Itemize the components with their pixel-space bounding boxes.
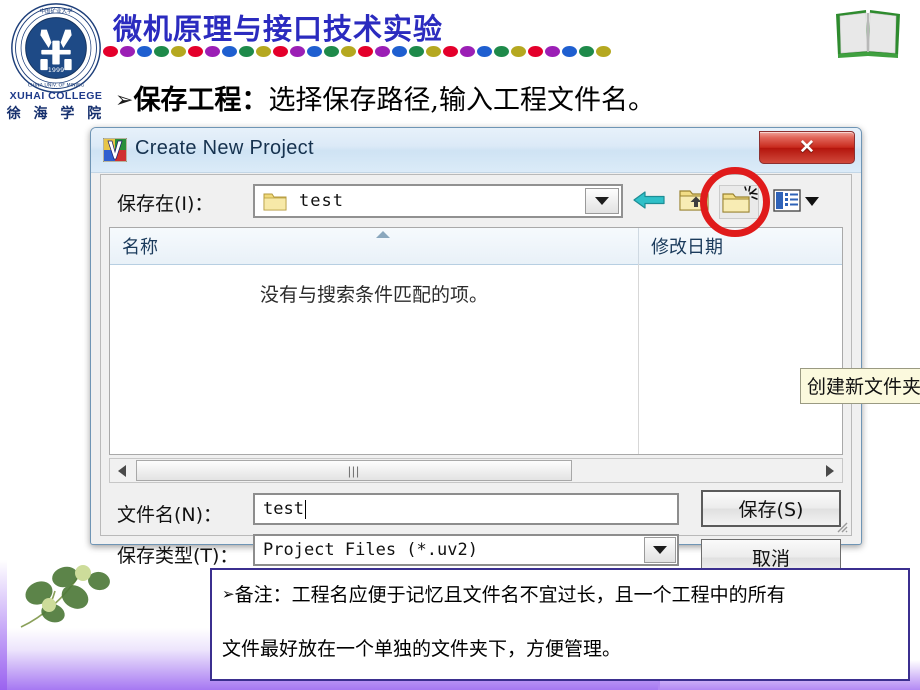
decorative-dot xyxy=(528,45,543,57)
close-icon: ✕ xyxy=(799,137,815,158)
file-list-horizontal-scrollbar[interactable]: ||| xyxy=(109,458,843,483)
decorative-dots-row xyxy=(103,44,611,58)
decorative-dot xyxy=(477,45,492,57)
keil-uvision-icon xyxy=(103,138,127,162)
save-in-label: 保存在(I)： xyxy=(117,193,214,215)
new-folder-tooltip: 创建新文件夹 xyxy=(800,368,920,404)
save-in-path-value: test xyxy=(299,191,344,211)
filename-input[interactable]: test xyxy=(253,493,679,525)
decorative-dot xyxy=(545,45,560,57)
caret-right-icon xyxy=(826,464,834,477)
caret-left-icon xyxy=(118,464,126,477)
decorative-dot xyxy=(290,45,305,57)
column-header-name[interactable]: 名称 xyxy=(110,228,639,264)
dialog-title: Create New Project xyxy=(135,137,314,159)
file-list-column-divider xyxy=(638,264,639,454)
chevron-down-icon xyxy=(653,546,667,554)
decorative-dot xyxy=(392,45,407,57)
decorative-dot xyxy=(409,45,424,57)
dialog-titlebar[interactable]: Create New Project ✕ xyxy=(91,128,861,173)
note-line-1: ➢备注：工程名应便于记忆且文件名不宜过长，且一个工程中的所有 xyxy=(222,584,894,606)
open-book-icon xyxy=(836,10,900,58)
chevron-down-icon xyxy=(595,197,609,205)
filetype-dropdown-button[interactable] xyxy=(644,537,676,563)
decorative-dot xyxy=(205,45,220,57)
decorative-dot xyxy=(137,45,152,57)
scroll-left-button[interactable] xyxy=(110,459,134,482)
decorative-dot xyxy=(596,45,611,57)
note-line-1-text: 备注：工程名应便于记忆且文件名不宜过长，且一个工程中的所有 xyxy=(234,584,786,606)
resize-grip-icon[interactable] xyxy=(834,519,848,533)
svg-text:1999: 1999 xyxy=(48,66,64,74)
note-box: ➢备注：工程名应便于记忆且文件名不宜过长，且一个工程中的所有 文件最好放在一个单… xyxy=(210,568,910,681)
close-button[interactable]: ✕ xyxy=(759,131,855,164)
bullet-instruction-line: ➢保存工程：选择保存路径,输入工程文件名。 xyxy=(115,78,655,117)
decorative-dot xyxy=(358,45,373,57)
save-button[interactable]: 保存(S) xyxy=(701,490,841,527)
decorative-dot xyxy=(103,45,118,57)
decorative-dot xyxy=(375,45,390,57)
red-circle-annotation xyxy=(700,167,770,237)
views-list-icon xyxy=(773,189,819,212)
logo-english-name: XUHAI COLLEGE xyxy=(9,90,103,102)
filetype-combobox[interactable]: Project Files (*.uv2) xyxy=(253,534,679,566)
bullet-arrow-icon: ➢ xyxy=(115,88,134,113)
svg-text:中国矿业大学: 中国矿业大学 xyxy=(39,7,73,15)
slide-canvas: 1999 CHINA UNIV. OF MINING 中国矿业大学 XUHAI … xyxy=(0,0,920,690)
decorative-dot xyxy=(222,45,237,57)
logo-chinese-name: 徐 海 学 院 xyxy=(6,106,106,122)
decorative-dot xyxy=(307,45,322,57)
decorative-dot xyxy=(341,45,356,57)
decorative-dot xyxy=(154,45,169,57)
filename-value: test xyxy=(263,499,304,519)
note-arrow-icon: ➢ xyxy=(222,585,235,603)
scroll-right-button[interactable] xyxy=(818,459,842,482)
decorative-dot xyxy=(324,45,339,57)
column-header-name-label: 名称 xyxy=(122,237,158,258)
decorative-dot xyxy=(443,45,458,57)
decorative-dot xyxy=(188,45,203,57)
plant-sprig-decoration xyxy=(20,565,110,628)
file-list-panel: 名称 修改日期 没有与搜索条件匹配的项。 xyxy=(109,227,843,455)
scrollbar-grip-icon: ||| xyxy=(347,463,361,478)
empty-list-message: 没有与搜索条件匹配的项。 xyxy=(259,284,488,306)
filetype-label: 保存类型(T)： xyxy=(117,545,239,567)
sort-ascending-icon xyxy=(376,231,390,238)
back-arrow-icon xyxy=(633,191,665,209)
note-line-2: 文件最好放在一个单独的文件夹下，方便管理。 xyxy=(222,637,622,660)
decorative-dot xyxy=(239,45,254,57)
decorative-dot xyxy=(273,45,288,57)
decorative-dot xyxy=(171,45,186,57)
save-in-dropdown-button[interactable] xyxy=(585,188,619,214)
decorative-dot xyxy=(562,45,577,57)
college-logo: 1999 CHINA UNIV. OF MINING 中国矿业大学 XUHAI … xyxy=(4,2,108,122)
left-edge-decoration xyxy=(0,560,7,690)
decorative-dot xyxy=(494,45,509,57)
filetype-value: Project Files (*.uv2) xyxy=(263,540,478,560)
decorative-dot xyxy=(426,45,441,57)
filename-label: 文件名(N)： xyxy=(117,504,223,526)
decorative-dot xyxy=(579,45,594,57)
scrollbar-thumb[interactable]: ||| xyxy=(136,460,572,481)
bullet-rest-text: 选择保存路径,输入工程文件名。 xyxy=(268,85,656,116)
decorative-dot xyxy=(511,45,526,57)
bullet-bold-text: 保存工程： xyxy=(133,85,269,116)
save-in-path-combobox[interactable]: test xyxy=(253,184,623,218)
back-button[interactable] xyxy=(631,185,671,219)
decorative-dot xyxy=(256,45,271,57)
slide-header-title: 微机原理与接口技术实验 xyxy=(113,12,444,46)
views-button[interactable] xyxy=(771,185,827,219)
decorative-dot xyxy=(120,45,135,57)
college-emblem-icon: 1999 CHINA UNIV. OF MINING 中国矿业大学 xyxy=(11,3,101,93)
text-caret xyxy=(304,499,306,519)
folder-icon xyxy=(263,193,287,210)
decorative-dot xyxy=(460,45,475,57)
column-header-modified-label: 修改日期 xyxy=(651,237,723,258)
svg-text:CHINA UNIV. OF MINING: CHINA UNIV. OF MINING xyxy=(28,83,85,89)
